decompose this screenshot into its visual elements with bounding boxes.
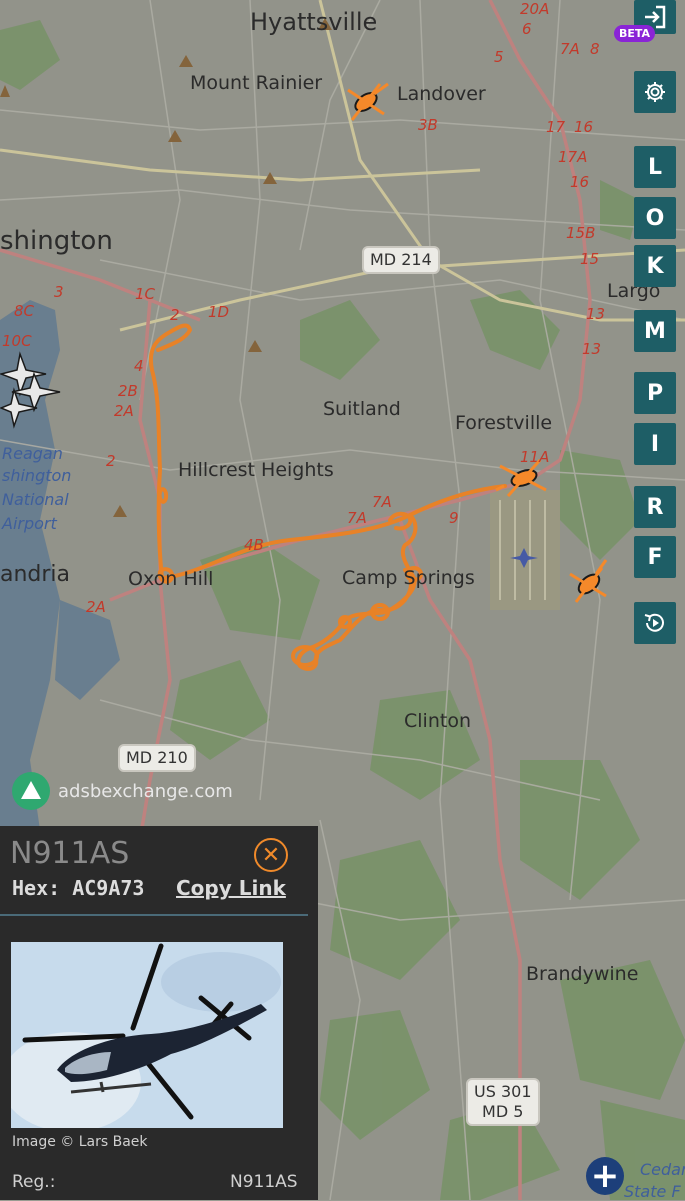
route-shield-line: MD 5 <box>482 1102 524 1121</box>
exit-label: 16 <box>574 118 594 136</box>
exit-label: 4B <box>244 536 264 554</box>
exit-label: 15B <box>566 224 596 242</box>
exit-label: 1C <box>135 285 156 303</box>
place-label: Clinton <box>404 710 471 732</box>
plus-icon: + <box>590 1156 620 1196</box>
place-label: Hillcrest Heights <box>178 459 334 481</box>
layer-button-f[interactable]: F <box>634 536 676 578</box>
aircraft-photo[interactable] <box>11 942 283 1128</box>
exit-label: 13 <box>582 340 602 358</box>
water-label: State F <box>624 1182 681 1201</box>
close-icon: ✕ <box>261 842 281 868</box>
replay-button[interactable] <box>634 602 676 644</box>
layer-button-k[interactable]: K <box>634 245 676 287</box>
beta-badge: BETA <box>614 25 656 42</box>
exit-label: 16 <box>570 173 590 191</box>
panel-divider <box>0 914 308 916</box>
gear-icon <box>645 82 665 102</box>
water-label: shington <box>2 466 72 485</box>
exit-label: 13 <box>586 305 606 323</box>
reg-value: N911AS <box>230 1172 298 1192</box>
place-label: Oxon Hill <box>128 568 214 590</box>
layer-button-o[interactable]: O <box>634 197 676 239</box>
aircraft-cluster-icon[interactable] <box>0 350 66 434</box>
exit-label: 8 <box>590 40 600 58</box>
zoom-in-button[interactable]: + <box>586 1157 624 1195</box>
route-shield-line: US 301 <box>474 1082 532 1101</box>
exit-label: 7A <box>560 40 580 58</box>
layer-button-r[interactable]: R <box>634 486 676 528</box>
exit-label: 15 <box>580 250 600 268</box>
exit-label: 3B <box>418 116 438 134</box>
exit-label: 17 <box>546 118 566 136</box>
exit-label: 7A <box>347 509 367 527</box>
layer-button-p[interactable]: P <box>634 372 676 414</box>
exit-label: 9 <box>449 509 459 527</box>
exit-label: 2A <box>114 402 134 420</box>
settings-button[interactable] <box>634 71 676 113</box>
exit-label: 2 <box>106 452 116 470</box>
water-label: Airport <box>2 514 57 533</box>
place-label: Forestville <box>455 412 553 434</box>
route-shield: MD 210 <box>118 744 196 772</box>
water-label: National <box>2 490 69 509</box>
exit-label: 2A <box>86 598 106 616</box>
route-shield: MD 214 <box>362 246 440 274</box>
place-label: Suitland <box>323 398 401 420</box>
copy-link[interactable]: Copy Link <box>176 876 286 900</box>
place-label: shington <box>0 226 113 256</box>
exit-label: 1D <box>208 303 230 321</box>
exit-label: 20A <box>520 0 550 18</box>
replay-icon <box>644 613 664 632</box>
reg-label: Reg.: <box>12 1172 56 1192</box>
place-label: andria <box>0 562 71 587</box>
water-label: Reagan <box>2 444 63 463</box>
image-credit: Image © Lars Baek <box>12 1134 148 1150</box>
place-label: Hyattsville <box>250 8 378 36</box>
layer-button-m[interactable]: M <box>634 310 676 352</box>
exit-label: 3 <box>54 283 64 301</box>
aircraft-info-panel: N911AS ✕ Hex: AC9A73 Copy Link Image © L… <box>0 826 318 1200</box>
place-label: Brandywine <box>526 963 639 985</box>
exit-label: 4 <box>134 357 144 375</box>
exit-label: 17A <box>558 148 588 166</box>
hex-row: Hex: AC9A73 <box>12 876 144 900</box>
aircraft-registration-title: N911AS <box>10 836 130 871</box>
exit-label: 10C <box>2 332 32 350</box>
close-panel-button[interactable]: ✕ <box>254 838 288 872</box>
layer-button-i[interactable]: I <box>634 423 676 465</box>
exit-label: 8C <box>14 302 35 320</box>
hex-value: AC9A73 <box>72 876 145 900</box>
water-label: Cedar <box>640 1160 685 1179</box>
helicopter-icon[interactable] <box>340 78 392 128</box>
exit-label: 2 <box>170 306 180 324</box>
exit-label: 2B <box>118 382 138 400</box>
attribution-text: adsbexchange.com <box>58 780 233 802</box>
exit-label: 6 <box>522 20 532 38</box>
place-label: Camp Springs <box>342 567 475 589</box>
hex-label: Hex: <box>12 876 61 900</box>
exit-label: 5 <box>494 48 504 66</box>
route-shield: US 301 MD 5 <box>466 1078 540 1126</box>
place-label: Landover <box>397 83 486 105</box>
helicopter-icon[interactable] <box>566 556 612 608</box>
exit-label: 11A <box>520 448 550 466</box>
map-attribution[interactable]: adsbexchange.com <box>12 772 233 810</box>
exit-label: 7A <box>372 493 392 511</box>
layer-button-l[interactable]: L <box>634 146 676 188</box>
adsbexchange-logo-icon <box>12 772 50 810</box>
helicopter-photo-image <box>11 942 283 1128</box>
place-label: Mount Rainier <box>190 72 323 94</box>
